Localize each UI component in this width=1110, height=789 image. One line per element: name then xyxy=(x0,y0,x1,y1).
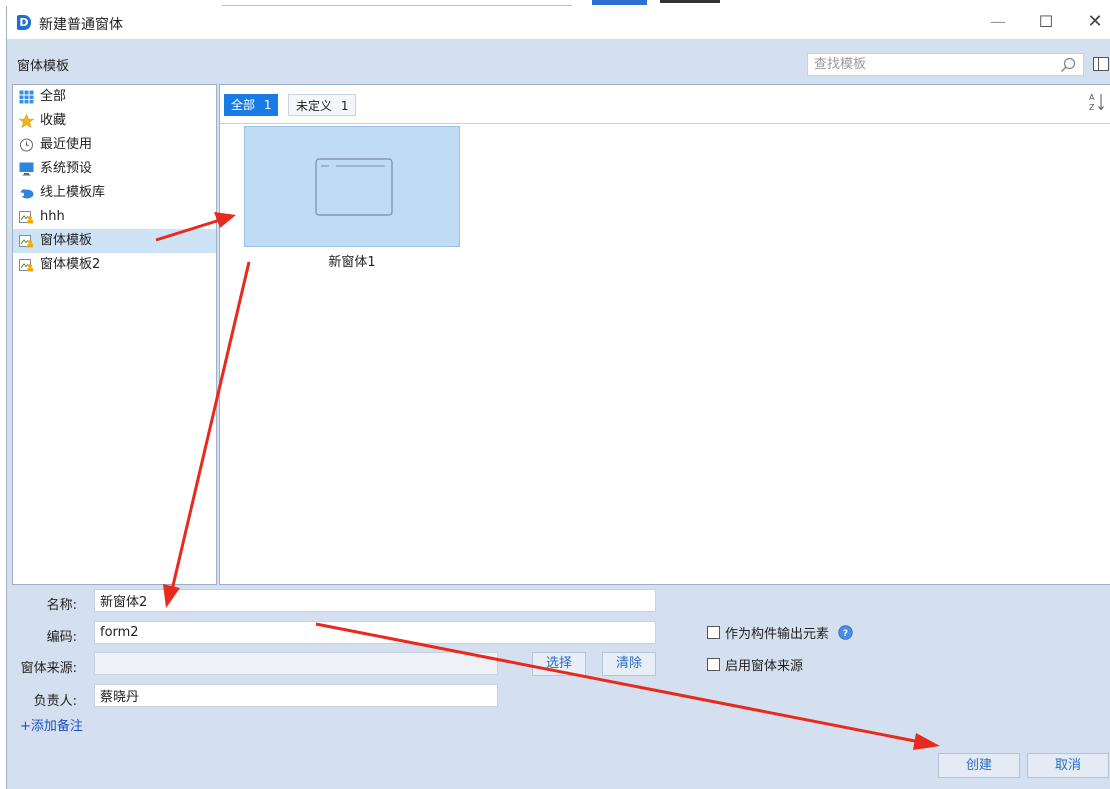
tab-label: 未定义 xyxy=(296,99,333,113)
sidebar-item-label: 最近使用 xyxy=(40,137,93,152)
export-component-checkbox[interactable] xyxy=(707,626,720,639)
enable-source-label: 启用窗体来源 xyxy=(725,659,804,674)
sidebar-item-label: hhh xyxy=(40,209,65,224)
folder-user-icon xyxy=(19,259,33,272)
sidebar-item-online-library[interactable]: 线上模板库 xyxy=(13,181,216,205)
enable-source-checkbox[interactable] xyxy=(707,658,720,671)
sidebar-item-form-templates[interactable]: 窗体模板 xyxy=(13,229,216,253)
filter-tabs: 全部 1 未定义 1 A Z xyxy=(220,85,1110,124)
source-label: 窗体来源: xyxy=(20,661,77,676)
sidebar-item-label: 全部 xyxy=(40,89,67,104)
sidebar-item-label: 系统预设 xyxy=(40,161,93,176)
tab-undefined[interactable]: 未定义 1 xyxy=(288,94,357,116)
new-form-dialog: D 新建普通窗体 — ☐ ✕ 窗体模板 全部 收藏 xyxy=(6,6,1110,789)
template-search[interactable] xyxy=(807,53,1084,76)
sidebar-item-hhh[interactable]: hhh xyxy=(13,205,216,229)
sidebar-item-form-templates-2[interactable]: 窗体模板2 xyxy=(13,253,216,277)
tab-count: 1 xyxy=(263,98,272,112)
star-icon xyxy=(19,114,34,128)
code-label: 编码: xyxy=(46,630,77,645)
template-gallery: 全部 1 未定义 1 A Z 新窗体1 xyxy=(219,84,1110,585)
sidebar-item-label: 线上模板库 xyxy=(40,185,106,200)
template-name: 新窗体1 xyxy=(328,255,376,270)
sidebar-item-label: 收藏 xyxy=(40,113,67,128)
sidebar-item-recent[interactable]: 最近使用 xyxy=(13,133,216,157)
search-icon[interactable] xyxy=(1059,56,1077,74)
search-input[interactable] xyxy=(808,54,1060,75)
sidebar-item-system-presets[interactable]: 系统预设 xyxy=(13,157,216,181)
clear-button[interactable]: 清除 xyxy=(602,652,656,676)
sidebar-item-all[interactable]: 全部 xyxy=(13,85,216,109)
template-card[interactable] xyxy=(244,126,460,247)
create-button[interactable]: 创建 xyxy=(938,753,1020,778)
folder-user-icon xyxy=(19,235,33,248)
svg-text:Z: Z xyxy=(1089,103,1095,112)
owner-label: 负责人: xyxy=(33,694,77,709)
minimize-button[interactable]: — xyxy=(983,10,1013,34)
app-logo-icon: D xyxy=(17,15,31,30)
panel-toggle-icon[interactable] xyxy=(1092,55,1110,73)
name-input[interactable] xyxy=(94,589,656,612)
code-input[interactable] xyxy=(94,621,656,644)
name-label: 名称: xyxy=(46,598,77,613)
section-title: 窗体模板 xyxy=(17,59,70,74)
export-component-label: 作为构件输出元素 xyxy=(725,627,830,642)
sidebar-item-label: 窗体模板2 xyxy=(40,257,101,272)
title-bar: D 新建普通窗体 — ☐ ✕ xyxy=(7,6,1110,39)
window-title: 新建普通窗体 xyxy=(39,17,123,33)
help-icon[interactable]: ? xyxy=(838,625,853,640)
tab-all[interactable]: 全部 1 xyxy=(224,94,279,116)
close-button[interactable]: ✕ xyxy=(1080,10,1110,34)
svg-text:?: ? xyxy=(843,629,848,639)
maximize-button[interactable]: ☐ xyxy=(1031,10,1061,34)
tab-count: 1 xyxy=(340,99,349,113)
cancel-button[interactable]: 取消 xyxy=(1027,753,1109,778)
sidebar-item-label: 窗体模板 xyxy=(40,233,93,248)
svg-text:A: A xyxy=(1089,93,1095,102)
folder-user-icon xyxy=(19,211,33,224)
owner-input[interactable] xyxy=(94,684,498,707)
tab-label: 全部 xyxy=(231,98,256,112)
add-note-link[interactable]: +添加备注 xyxy=(20,715,83,734)
cloud-icon xyxy=(20,189,34,199)
source-input[interactable] xyxy=(94,652,498,675)
clock-icon xyxy=(20,138,33,152)
sort-az-icon[interactable]: A Z xyxy=(1088,91,1106,113)
select-button[interactable]: 选择 xyxy=(532,652,586,676)
window-preview-icon xyxy=(315,158,393,216)
grid-icon xyxy=(19,90,34,104)
sidebar-item-favorites[interactable]: 收藏 xyxy=(13,109,216,133)
monitor-icon xyxy=(19,162,34,176)
category-sidebar: 全部 收藏 最近使用 系统预设 线上模板库 hhh 窗体模板 窗体模板2 xyxy=(12,84,217,585)
